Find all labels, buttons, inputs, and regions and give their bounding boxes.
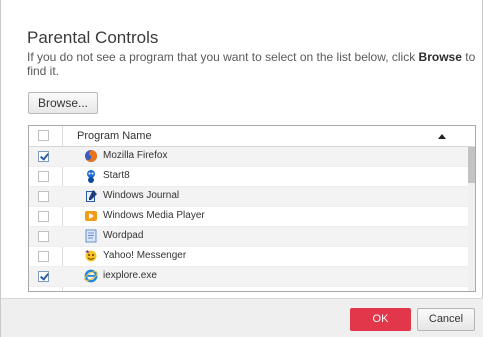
program-name: Windows Media Player xyxy=(103,210,205,221)
dialog-title: Parental Controls xyxy=(27,28,159,47)
ok-button[interactable]: OK xyxy=(350,308,411,331)
firefox-icon xyxy=(84,149,98,163)
browse-button[interactable]: Browse... xyxy=(28,92,98,114)
windows-journal-icon xyxy=(84,189,98,203)
table-row[interactable]: Windows Media Player xyxy=(29,207,469,227)
dialog-description: If you do not see a program that you wan… xyxy=(27,50,477,78)
cancel-button[interactable]: Cancel xyxy=(417,308,475,331)
wordpad-icon xyxy=(84,229,98,243)
program-name: Wordpad xyxy=(103,230,144,241)
table-row[interactable]: iexplore.exe xyxy=(29,267,469,287)
program-list-table: Program Name Mozilla Firefox Start8 Window… xyxy=(28,125,476,292)
column-header-program-name[interactable]: Program Name xyxy=(77,130,152,142)
table-header: Program Name xyxy=(29,126,475,147)
program-name: Windows Journal xyxy=(103,190,180,201)
table-row[interactable]: Wordpad xyxy=(29,227,469,247)
start8-icon xyxy=(84,169,98,183)
row-checkbox[interactable] xyxy=(38,271,49,282)
table-row[interactable]: Windows Journal xyxy=(29,187,469,207)
program-name: Start8 xyxy=(103,170,130,181)
media-player-icon xyxy=(84,209,98,223)
row-checkbox[interactable] xyxy=(38,171,49,182)
program-name: iexplore.exe xyxy=(103,270,157,281)
vertical-scrollbar[interactable] xyxy=(468,147,475,291)
row-checkbox[interactable] xyxy=(38,211,49,222)
sort-ascending-icon[interactable] xyxy=(438,134,446,139)
table-row[interactable]: Yahoo! Messenger xyxy=(29,247,469,267)
row-checkbox[interactable] xyxy=(38,231,49,242)
row-checkbox[interactable] xyxy=(38,191,49,202)
description-prefix: If you do not see a program that you wan… xyxy=(27,50,419,64)
row-checkbox[interactable] xyxy=(38,151,49,162)
table-row[interactable]: Start8 xyxy=(29,167,469,187)
table-row[interactable]: Mozilla Firefox xyxy=(29,147,469,167)
row-checkbox[interactable] xyxy=(38,251,49,262)
internet-explorer-icon xyxy=(84,269,98,283)
scrollbar-thumb[interactable] xyxy=(468,147,475,183)
description-browse-keyword: Browse xyxy=(418,50,462,64)
program-name: Mozilla Firefox xyxy=(103,150,168,161)
yahoo-messenger-icon xyxy=(84,249,98,263)
program-name: Yahoo! Messenger xyxy=(103,250,187,261)
dialog-footer: OK Cancel xyxy=(1,298,483,337)
parental-controls-dialog: Parental Controls If you do not see a pr… xyxy=(0,0,483,337)
select-all-checkbox[interactable] xyxy=(38,130,49,141)
